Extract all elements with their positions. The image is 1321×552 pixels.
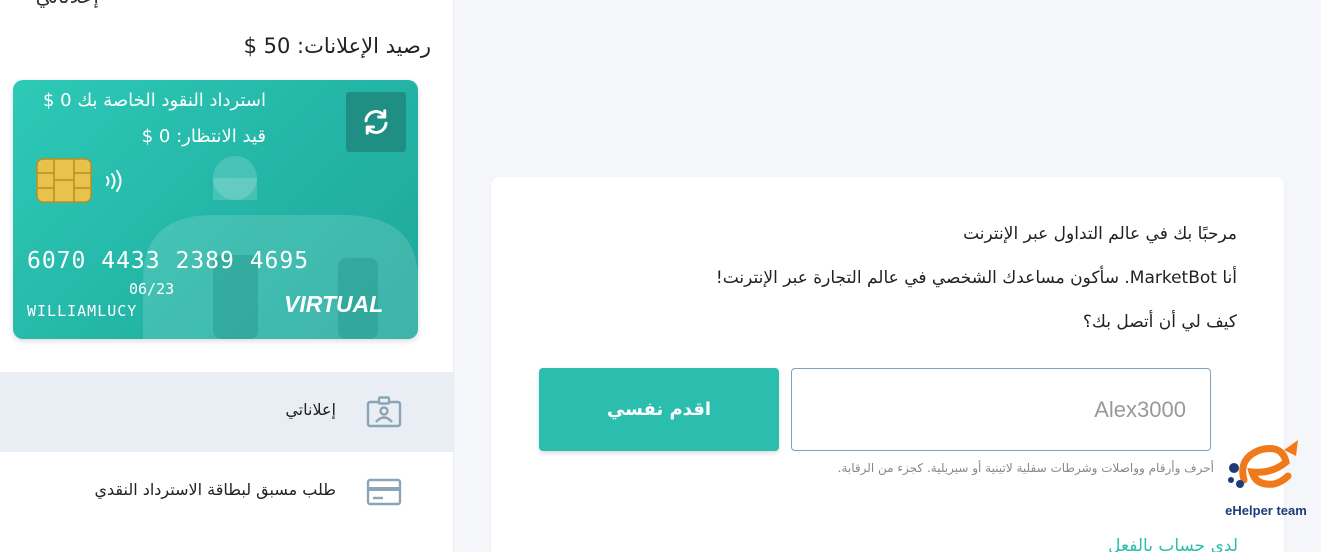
- id-card-icon: [362, 393, 406, 431]
- name-question: كيف لي أن أتصل بك؟: [1082, 312, 1237, 332]
- introduce-button[interactable]: اقدم نفسي: [539, 368, 779, 451]
- card-expiry: 06/23: [129, 280, 175, 298]
- credit-card-icon: [362, 473, 406, 511]
- sidebar-heading: إعلاناتي: [36, 0, 99, 8]
- ehelper-logo-icon: [1228, 440, 1298, 488]
- bot-intro-message: أنا MarketBot. سأكون مساعدك الشخصي في عا…: [715, 268, 1237, 288]
- chat-panel: مرحبًا بك في عالم التداول عبر الإنترنت أ…: [491, 177, 1284, 552]
- card-type: VIRTUAL: [284, 291, 384, 317]
- chip-icon: [36, 158, 92, 203]
- sidebar-item-label: إعلاناتي: [285, 400, 336, 419]
- main-area: مرحبًا بك في عالم التداول عبر الإنترنت أ…: [454, 0, 1321, 552]
- contactless-icon: [106, 170, 122, 192]
- sidebar: إعلاناتي رصيد الإعلانات: 50 $ استرداد ال…: [0, 0, 454, 552]
- card-holder: WILLIAMLUCY: [27, 302, 138, 320]
- refresh-icon: [364, 109, 388, 135]
- nickname-input[interactable]: [791, 368, 1211, 451]
- pending-amount: قيد الانتظار: 0 $: [141, 126, 266, 147]
- nickname-hint: أحرف وأرقام وواصلات وشرطات سفلية لاتينية…: [837, 461, 1214, 475]
- cashback-amount: استرداد النقود الخاصة بك 0 $: [42, 90, 266, 111]
- welcome-message: مرحبًا بك في عالم التداول عبر الإنترنت: [963, 224, 1237, 244]
- ehelper-label: eHelper team: [1225, 503, 1307, 518]
- cashback-card: استرداد النقود الخاصة بك 0 $ قيد الانتظا…: [13, 80, 418, 339]
- sidebar-item-cashback-preorder[interactable]: طلب مسبق لبطاقة الاسترداد النقدي: [0, 452, 453, 532]
- refresh-button[interactable]: [346, 92, 406, 152]
- ehelper-badge[interactable]: eHelper team: [1216, 438, 1316, 523]
- sidebar-item-my-ads[interactable]: إعلاناتي: [0, 372, 453, 452]
- card-number: 6070 4433 2389 4695: [27, 248, 310, 274]
- existing-account-link[interactable]: لدي حساب بالفعل: [1108, 536, 1238, 552]
- sidebar-item-label: طلب مسبق لبطاقة الاسترداد النقدي: [94, 480, 336, 499]
- ads-balance: رصيد الإعلانات: 50 $: [243, 34, 431, 58]
